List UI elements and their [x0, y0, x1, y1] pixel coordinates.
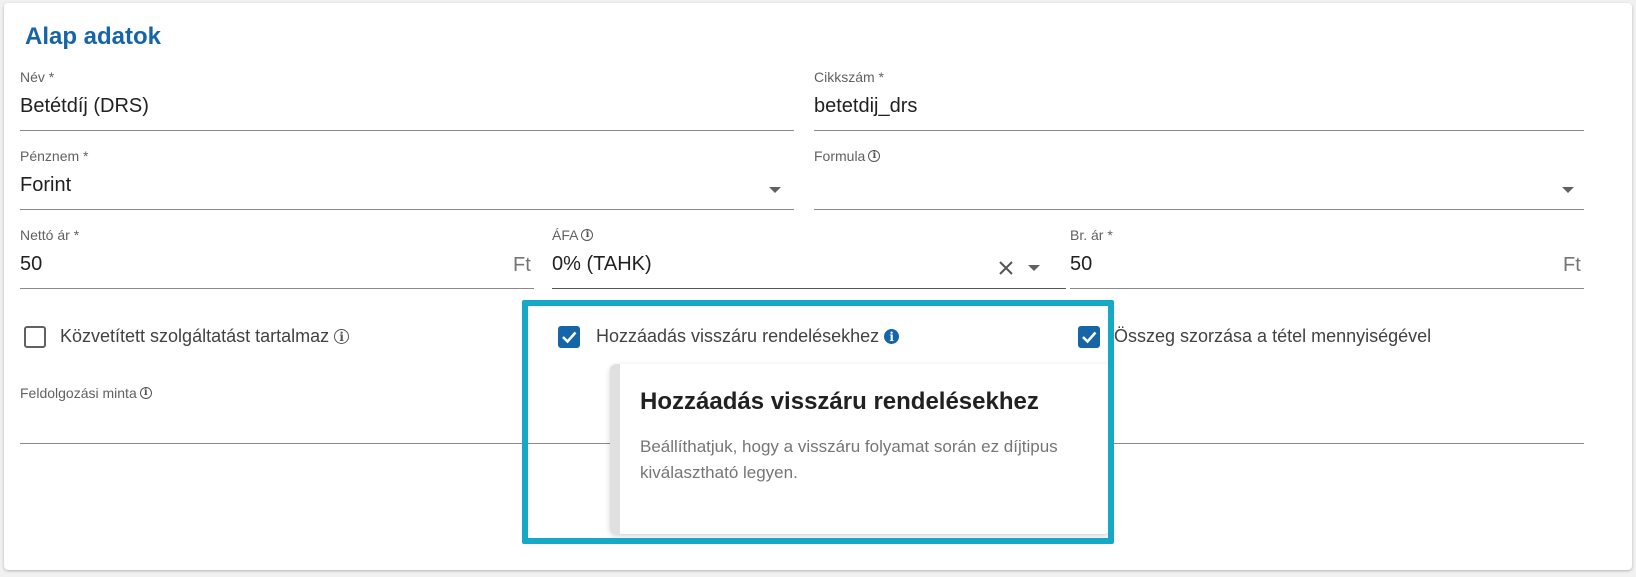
processing-template-label: Feldolgozási minta i [20, 385, 152, 401]
formula-underline [814, 209, 1584, 210]
name-field[interactable]: Betétdíj (DRS) [20, 95, 149, 118]
intermediated-info-icon[interactable]: i [334, 329, 350, 344]
multiply-by-quantity-label: Összeg szorzása a tétel mennyiségével [1114, 326, 1432, 346]
formula-label: Formula i [814, 148, 881, 164]
currency-select[interactable]: Forint [20, 174, 71, 197]
currency-label: Pénznem * [20, 148, 89, 164]
gross-price-input[interactable]: 50 [1070, 253, 1092, 276]
highlight-frame [522, 300, 1114, 544]
sku-underline [814, 130, 1584, 131]
net-price-underline [20, 288, 534, 289]
vat-chevron-down-icon[interactable] [1028, 265, 1040, 271]
intermediated-service-checkbox[interactable] [24, 326, 46, 348]
gross-price-label: Br. ár * [1070, 227, 1113, 243]
net-price-input[interactable]: 50 [20, 253, 42, 276]
basic-data-card: Alap adatok Név * Betétdíj (DRS) Cikkszá… [4, 3, 1632, 570]
net-price-currency-suffix: Ft [513, 254, 531, 276]
vat-underline [552, 288, 1066, 289]
formula-chevron-down-icon[interactable] [1562, 187, 1574, 193]
formula-info-icon[interactable]: i [868, 150, 881, 162]
net-price-label: Nettó ár * [20, 227, 80, 243]
intermediated-service-label: Közvetített szolgáltatást tartalmaz i [60, 326, 350, 347]
name-label: Név * [20, 69, 55, 85]
vat-info-icon[interactable]: i [581, 229, 594, 241]
sku-field[interactable]: betetdij_drs [814, 95, 917, 118]
name-underline [20, 130, 794, 131]
processing-template-info-icon[interactable]: i [139, 387, 152, 399]
section-title: Alap adatok [25, 23, 162, 50]
vat-clear-close-icon[interactable] [998, 260, 1014, 276]
vat-select[interactable]: 0% (TAHK) [552, 253, 652, 276]
sku-label: Cikkszám * [814, 69, 885, 85]
gross-price-currency-suffix: Ft [1563, 254, 1581, 276]
currency-underline [20, 209, 794, 210]
currency-chevron-down-icon[interactable] [769, 187, 781, 193]
vat-label: ÁFA i [552, 227, 594, 243]
gross-price-underline [1070, 288, 1584, 289]
